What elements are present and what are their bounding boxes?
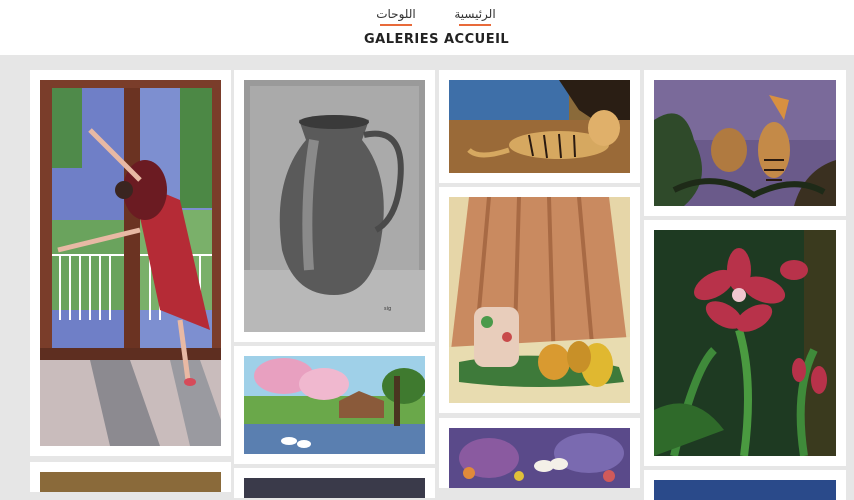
painting-card[interactable] xyxy=(234,468,435,498)
hoopoe-birds-painting xyxy=(654,80,836,206)
painting-card[interactable] xyxy=(30,70,231,456)
nav-accueil-arabic-label: الرئيسية xyxy=(454,7,496,21)
painting-card[interactable] xyxy=(644,470,846,500)
ballerina-painting xyxy=(40,80,221,446)
nav-underline xyxy=(380,24,412,26)
nav-galeries-label: GALERIES xyxy=(364,32,439,47)
amaryllis-flowers-painting xyxy=(654,230,836,456)
header-bar: اللوحات GALERIES الرئيسية ACCUEIL xyxy=(0,0,854,55)
nav-accueil[interactable]: الرئيسية ACCUEIL xyxy=(444,6,510,47)
painting-card[interactable] xyxy=(439,187,640,413)
painting-card[interactable] xyxy=(644,70,846,216)
painting-thumbnail-partial xyxy=(244,478,425,498)
still-life-pears-painting xyxy=(449,197,630,403)
nav-underline xyxy=(459,24,491,26)
painting-card[interactable] xyxy=(439,70,640,183)
landscape-cottage-painting xyxy=(244,356,425,454)
painting-thumbnail-partial xyxy=(40,472,221,492)
pitcher-drawing: sig xyxy=(244,80,425,332)
nav-accueil-label: ACCUEIL xyxy=(444,32,510,47)
painting-thumbnail-partial xyxy=(654,480,836,500)
nav-galeries[interactable]: اللوحات GALERIES xyxy=(364,6,439,47)
painting-card[interactable] xyxy=(30,462,231,492)
tiger-painting xyxy=(449,80,630,173)
doves-painting xyxy=(449,428,630,488)
painting-card[interactable] xyxy=(439,418,640,488)
nav-galeries-arabic-label: اللوحات xyxy=(376,7,416,21)
painting-card[interactable] xyxy=(234,346,435,464)
painting-card[interactable] xyxy=(644,220,846,466)
painting-card[interactable]: sig xyxy=(234,70,435,342)
svg-text:sig: sig xyxy=(384,306,391,312)
